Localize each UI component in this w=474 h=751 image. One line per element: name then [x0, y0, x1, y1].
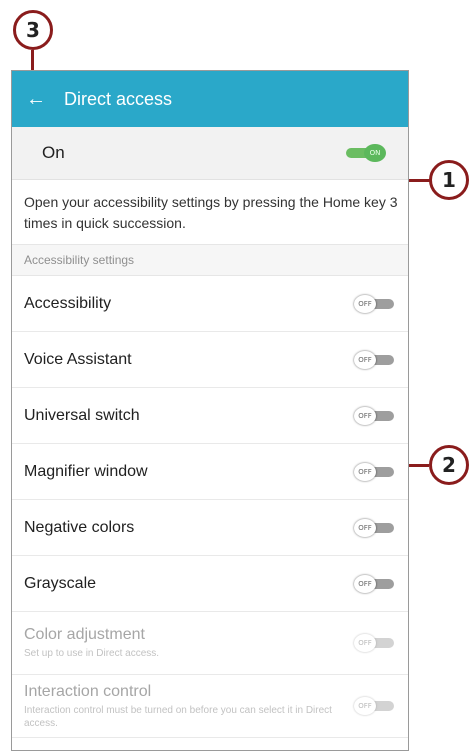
setting-row-interaction-control: Interaction control Interaction control … [12, 675, 408, 738]
setting-label: Universal switch [24, 406, 140, 424]
setting-sublabel: Interaction control must be turned on be… [24, 704, 332, 729]
setting-text-block: Interaction control Interaction control … [24, 683, 344, 730]
setting-row-magnifier-window[interactable]: Magnifier window OFF [12, 444, 408, 500]
voice-assistant-toggle[interactable]: OFF [354, 350, 394, 369]
page-title: Direct access [64, 88, 173, 109]
master-switch-label: On [42, 143, 65, 162]
setting-row-color-adjustment: Color adjustment Set up to use in Direct… [12, 612, 408, 675]
setting-text-block: Color adjustment Set up to use in Direct… [24, 626, 159, 660]
master-switch-row[interactable]: On ON [12, 127, 408, 180]
section-header: Accessibility settings [12, 245, 408, 276]
setting-label: Interaction control [24, 682, 152, 700]
setting-label: Voice Assistant [24, 350, 132, 368]
toggle-knob: OFF [354, 574, 376, 593]
toggle-knob: ON [364, 144, 386, 162]
phone-screen: ← Direct access On ON Open your accessib… [11, 70, 409, 751]
setting-label: Magnifier window [24, 462, 148, 480]
negative-colors-toggle[interactable]: OFF [354, 518, 394, 537]
app-bar: ← Direct access [12, 71, 408, 127]
setting-row-grayscale[interactable]: Grayscale OFF [12, 556, 408, 612]
setting-label: Negative colors [24, 518, 135, 536]
toggle-knob: OFF [354, 462, 376, 481]
setting-label: Grayscale [24, 574, 97, 592]
universal-switch-toggle[interactable]: OFF [354, 406, 394, 425]
toggle-knob: OFF [354, 697, 376, 715]
color-adjustment-toggle: OFF [354, 634, 394, 652]
setting-sublabel: Set up to use in Direct access. [24, 648, 160, 659]
callout-1: 1 [429, 160, 469, 200]
toggle-knob: OFF [354, 518, 376, 537]
setting-row-negative-colors[interactable]: Negative colors OFF [12, 500, 408, 556]
toggle-knob: OFF [354, 350, 376, 369]
accessibility-toggle[interactable]: OFF [354, 294, 394, 313]
toggle-knob: OFF [354, 634, 376, 652]
grayscale-toggle[interactable]: OFF [354, 574, 394, 593]
magnifier-window-toggle[interactable]: OFF [354, 462, 394, 481]
description-text: Open your accessibility settings by pres… [12, 180, 408, 245]
master-toggle[interactable]: ON [346, 144, 386, 162]
setting-label: Accessibility [24, 294, 112, 312]
toggle-knob: OFF [354, 294, 376, 313]
setting-row-voice-assistant[interactable]: Voice Assistant OFF [12, 332, 408, 388]
setting-label: Color adjustment [24, 626, 145, 643]
setting-row-universal-switch[interactable]: Universal switch OFF [12, 388, 408, 444]
toggle-knob: OFF [354, 406, 376, 425]
callout-2: 2 [429, 445, 469, 485]
setting-row-accessibility[interactable]: Accessibility OFF [12, 276, 408, 332]
interaction-control-toggle: OFF [354, 697, 394, 715]
back-arrow-icon[interactable]: ← [12, 89, 64, 109]
callout-3: 3 [13, 10, 53, 50]
